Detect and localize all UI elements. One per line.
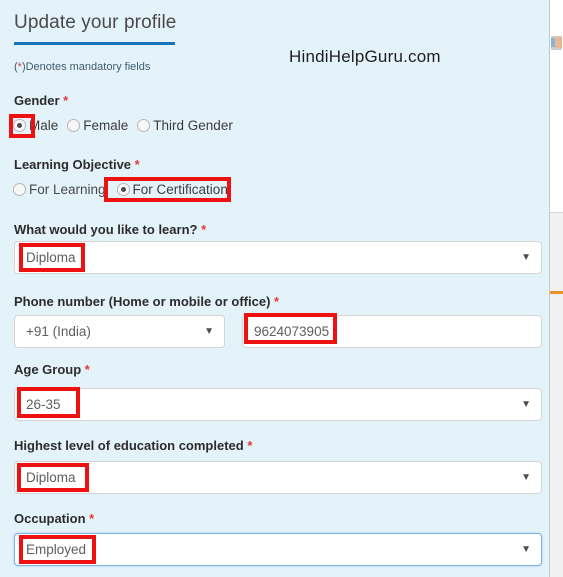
learning-objective-required-marker: * (134, 157, 140, 172)
radio-icon[interactable] (13, 183, 26, 196)
phone-label: Phone number (Home or mobile or office) … (14, 294, 279, 309)
chevron-down-icon[interactable]: ▼ (204, 326, 214, 337)
chevron-down-icon[interactable]: ▼ (521, 252, 531, 263)
learning-objective-option-for-certification[interactable]: For Certification (116, 182, 228, 197)
education-select[interactable]: Diploma ▼ (14, 461, 542, 494)
education-label-text: Highest level of education completed (14, 438, 244, 453)
page-scrollbar[interactable] (549, 0, 563, 577)
gender-option-male[interactable]: Male (13, 118, 58, 133)
page-title-underline (14, 42, 175, 45)
education-label: Highest level of education completed * (14, 438, 252, 453)
occupation-required-marker: * (89, 511, 95, 526)
learn-topic-required-marker: * (201, 222, 207, 237)
gender-option-female-label: Female (83, 118, 129, 133)
phone-label-text: Phone number (Home or mobile or office) (14, 294, 271, 309)
learn-topic-label-text: What would you like to learn? (14, 222, 198, 237)
age-group-label: Age Group * (14, 362, 90, 377)
gender-option-third-gender-label: Third Gender (153, 118, 233, 133)
chevron-down-icon[interactable]: ▼ (521, 399, 531, 410)
learn-topic-select[interactable]: Diploma ▼ (14, 241, 542, 274)
site-watermark: HindiHelpGuru.com (289, 47, 441, 66)
age-group-value: 26-35 (26, 397, 61, 412)
gender-option-third-gender[interactable]: Third Gender (137, 118, 233, 133)
gender-option-male-label: Male (29, 118, 59, 133)
phone-country-code-select[interactable]: +91 (India) ▼ (14, 315, 225, 348)
occupation-value: Employed (26, 542, 87, 557)
learn-topic-label: What would you like to learn? * (14, 222, 206, 237)
phone-number-input[interactable]: 9624073905 (242, 315, 542, 348)
occupation-label: Occupation * (14, 511, 94, 526)
education-required-marker: * (247, 438, 253, 453)
learning-objective-radio-group: For Learning For Certification (13, 182, 237, 197)
page-title: Update your profile (14, 12, 177, 33)
learning-objective-option-for-learning-label: For Learning (29, 182, 106, 197)
scrollbar-marker-secondary (550, 291, 563, 294)
phone-required-marker: * (274, 294, 280, 309)
learning-objective-option-for-certification-label: For Certification (132, 182, 228, 197)
radio-icon[interactable] (13, 119, 26, 132)
mandatory-note-suffix: )Denotes mandatory fields (21, 61, 151, 73)
scrollbar-track[interactable] (550, 0, 563, 213)
radio-icon[interactable] (116, 183, 130, 196)
radio-icon[interactable] (137, 119, 151, 132)
scrollbar-marker-orange (555, 37, 562, 48)
learning-objective-option-for-learning[interactable]: For Learning (13, 182, 106, 197)
learn-topic-value: Diploma (26, 250, 76, 265)
learning-objective-label-text: Learning Objective (14, 157, 132, 172)
age-group-required-marker: * (84, 362, 90, 377)
education-value: Diploma (26, 470, 76, 485)
gender-radio-group: Male Female Third Gender (13, 118, 242, 133)
gender-label: Gender * (14, 93, 68, 108)
phone-number-value: 9624073905 (254, 324, 330, 339)
phone-country-code-value: +91 (India) (26, 324, 91, 339)
gender-required-marker: * (63, 93, 69, 108)
chevron-down-icon[interactable]: ▼ (521, 544, 531, 555)
profile-form-page: Update your profile HindiHelpGuru.com (*… (0, 0, 549, 577)
learning-objective-label: Learning Objective * (14, 157, 140, 172)
gender-option-female[interactable]: Female (67, 118, 128, 133)
radio-icon[interactable] (67, 119, 81, 132)
occupation-label-text: Occupation (14, 511, 86, 526)
gender-label-text: Gender (14, 93, 60, 108)
age-group-select[interactable]: 26-35 ▼ (14, 388, 542, 421)
chevron-down-icon[interactable]: ▼ (521, 472, 531, 483)
age-group-label-text: Age Group (14, 362, 82, 377)
occupation-select[interactable]: Employed ▼ (14, 533, 542, 566)
mandatory-fields-note: (*)Denotes mandatory fields (14, 61, 150, 73)
